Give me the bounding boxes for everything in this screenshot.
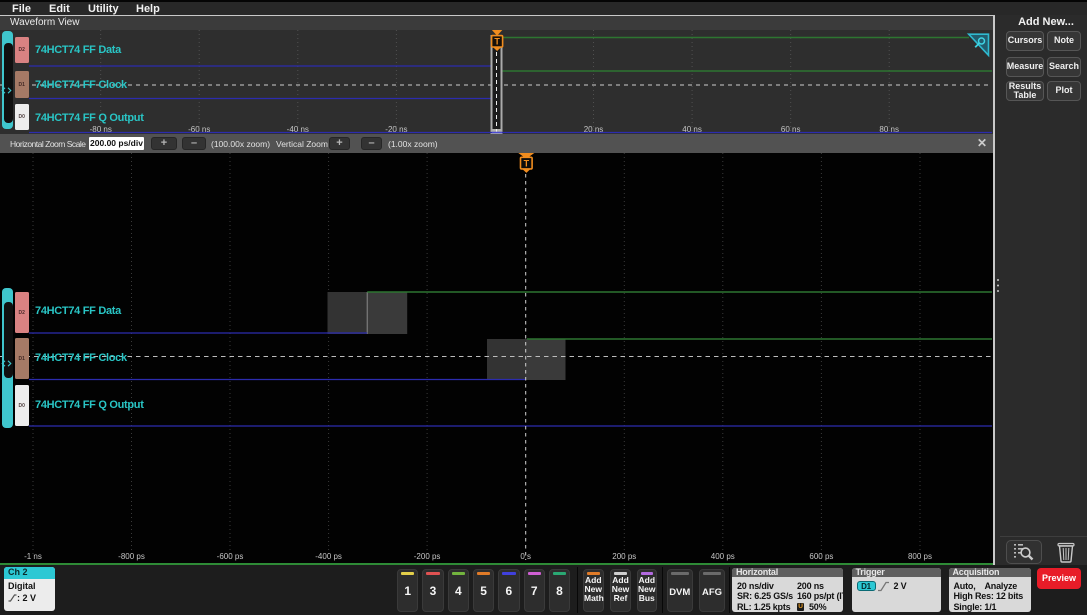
svg-text:T: T [494,37,500,47]
svg-text:600 ps: 600 ps [809,552,833,561]
svg-text:400 ps: 400 ps [711,552,735,561]
svg-text:-400 ps: -400 ps [315,552,342,561]
svg-text:-200 ps: -200 ps [414,552,441,561]
svg-text:-600 ps: -600 ps [217,552,244,561]
svg-text:-800 ps: -800 ps [118,552,145,561]
svg-text:-1 ns: -1 ns [24,552,42,561]
svg-text:0 s: 0 s [520,552,531,561]
svg-text:T: T [524,159,530,169]
svg-text:800 ps: 800 ps [908,552,932,561]
svg-text:200 ps: 200 ps [612,552,636,561]
